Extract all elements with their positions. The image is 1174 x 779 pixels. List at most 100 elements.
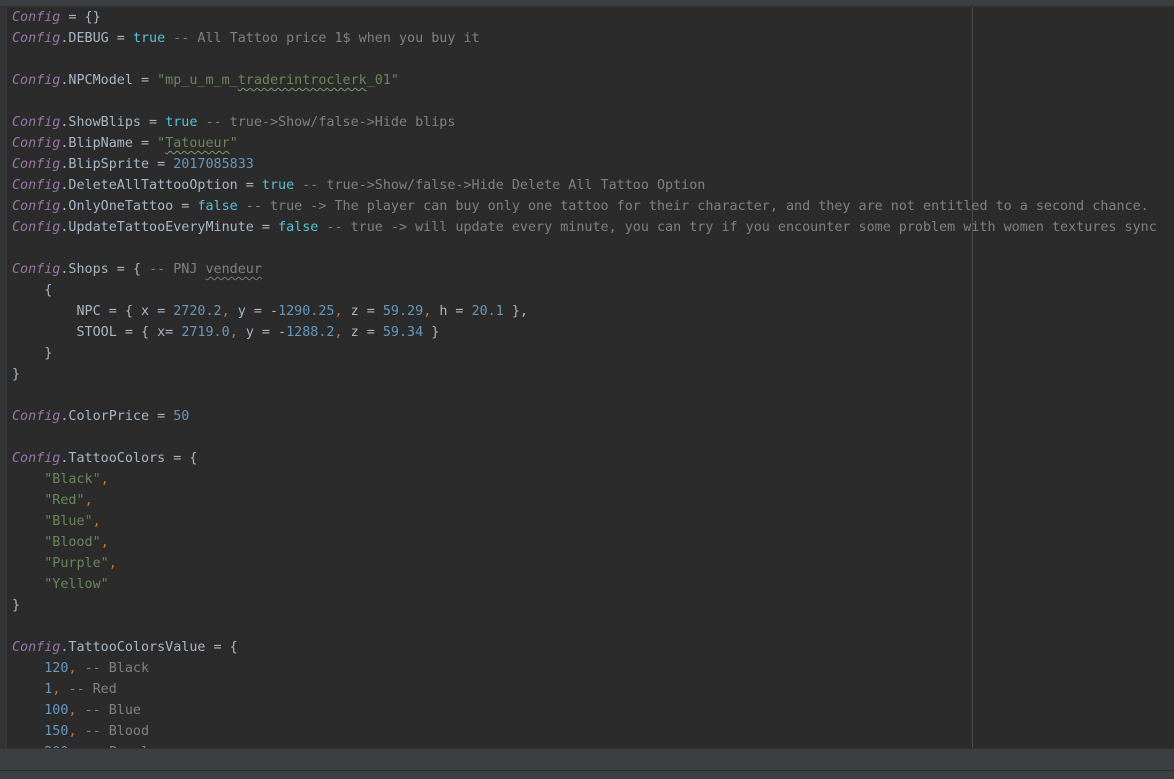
code-token: , <box>229 325 246 340</box>
code-token: false <box>197 199 238 214</box>
code-line[interactable]: Config.ColorPrice = 50 <box>12 406 1172 427</box>
code-token: , <box>52 682 69 697</box>
code-token: Config <box>12 409 61 424</box>
code-line[interactable]: "Red", <box>12 490 1172 511</box>
code-line[interactable]: Config.OnlyOneTattoo = false -- true -> … <box>12 196 1172 217</box>
code-line[interactable]: Config.BlipName = "Tatoueur" <box>12 133 1172 154</box>
code-line[interactable] <box>12 238 1172 259</box>
code-line[interactable]: "Blood", <box>12 532 1172 553</box>
code-token: } <box>12 598 21 613</box>
ide-window: Config = {} Config.DEBUG = true -- All Ta… <box>0 0 1174 779</box>
code-token: -- Blood <box>84 724 150 739</box>
horizontal-scrollbar[interactable] <box>0 748 1174 771</box>
code-line[interactable]: Config.NPCModel = "mp_u_m_m_traderintroc… <box>12 70 1172 91</box>
code-token: -- true->Show/false->Hide Delete All Tat… <box>294 178 706 193</box>
code-line[interactable] <box>12 385 1172 406</box>
code-token: } <box>12 367 21 382</box>
code-line[interactable]: 150, -- Blood <box>12 721 1172 742</box>
code-line[interactable]: "Black", <box>12 469 1172 490</box>
code-token: Config <box>12 157 61 172</box>
code-token: .ShowBlips = <box>60 115 166 130</box>
code-line[interactable] <box>12 49 1172 70</box>
code-token: 1288.2 <box>286 325 335 340</box>
code-line[interactable]: ⊟ } <box>12 343 1172 364</box>
code-line[interactable]: NPC = { x = 2720.2, y = -1290.25, z = 59… <box>12 301 1172 322</box>
code-token: NPC = { x = <box>12 304 174 319</box>
code-line[interactable] <box>12 427 1172 448</box>
code-line[interactable]: Config.DEBUG = true -- All Tattoo price … <box>12 28 1172 49</box>
code-token: true <box>132 31 166 46</box>
code-token: 100 <box>44 703 69 718</box>
code-token: true <box>165 115 198 130</box>
code-token: , <box>423 304 440 319</box>
code-line[interactable]: ⊟Config.TattooColors = { <box>12 448 1172 469</box>
code-line[interactable]: 100, -- Blue <box>12 700 1172 721</box>
code-line[interactable]: Config.DeleteAllTattooOption = true -- t… <box>12 175 1172 196</box>
code-token: Tatoueur <box>165 136 230 151</box>
code-token: 120 <box>44 661 69 676</box>
code-token: .NPCModel = <box>60 73 158 88</box>
code-token: Config <box>12 199 61 214</box>
code-token: " <box>229 136 238 151</box>
code-line[interactable]: "Purple", <box>12 553 1172 574</box>
code-token: , <box>334 325 351 340</box>
code-line[interactable]: ⊟Config.Shops = { -- PNJ vendeur <box>12 259 1172 280</box>
code-line[interactable]: Config.UpdateTattooEveryMinute = false -… <box>12 217 1172 238</box>
code-line[interactable]: STOOL = { x= 2719.0, y = -1288.2, z = 59… <box>12 322 1172 343</box>
code-line[interactable]: ⊟} <box>12 364 1172 385</box>
code-token: .BlipName = <box>60 136 158 151</box>
code-line[interactable] <box>12 91 1172 112</box>
code-token: 2017085833 <box>173 157 254 172</box>
code-token: .BlipSprite = <box>60 157 174 172</box>
code-token: 20.1 <box>471 304 504 319</box>
code-line[interactable]: "Blue", <box>12 511 1172 532</box>
code-token: .Shops = { <box>60 262 150 277</box>
code-token: z = <box>350 325 383 340</box>
code-line[interactable] <box>12 616 1172 637</box>
code-line[interactable]: Config = {} <box>12 7 1172 28</box>
code-line[interactable]: Config.BlipSprite = 2017085833 <box>12 154 1172 175</box>
code-token: Config <box>12 10 61 25</box>
code-token: -- All Tattoo price 1$ when you buy it <box>165 31 480 46</box>
code-token: }, <box>503 304 528 319</box>
editor-gutter[interactable] <box>0 7 7 748</box>
code-token: Config <box>12 220 61 235</box>
code-token: .ColorPrice = <box>60 409 174 424</box>
code-token: -- true -> The player can buy only one t… <box>237 199 1149 214</box>
code-token: y = - <box>245 325 287 340</box>
code-line[interactable]: ⊟ { <box>12 280 1172 301</box>
code-line[interactable]: ⊟} <box>12 595 1172 616</box>
code-token: Config <box>12 451 61 466</box>
code-line[interactable]: Config.ShowBlips = true -- true->Show/fa… <box>12 112 1172 133</box>
code-token: 2719.0 <box>181 325 230 340</box>
code-token: "Yellow" <box>44 577 109 592</box>
code-token: } <box>12 346 53 361</box>
code-token: Config <box>12 136 61 151</box>
code-token: } <box>423 325 440 340</box>
code-token: -- Red <box>68 682 117 697</box>
code-token: .OnlyOneTattoo = <box>60 199 198 214</box>
code-token: 2720.2 <box>173 304 222 319</box>
code-token: , <box>92 514 101 529</box>
code-token: true <box>261 178 295 193</box>
code-token: "Blood" <box>44 535 101 550</box>
code-line[interactable]: 1, -- Red <box>12 679 1172 700</box>
code-token: = {} <box>60 10 101 25</box>
code-line[interactable]: 120, -- Black <box>12 658 1172 679</box>
code-line[interactable]: ⊟Config.TattooColorsValue = { <box>12 637 1172 658</box>
code-editor[interactable]: Config = {} Config.DEBUG = true -- All Ta… <box>12 7 1172 748</box>
code-token: "Purple" <box>44 556 109 571</box>
code-token: Config <box>12 178 61 193</box>
code-token: Config <box>12 262 61 277</box>
code-line[interactable]: "Yellow" <box>12 574 1172 595</box>
code-token: , <box>334 304 351 319</box>
code-token: Config <box>12 115 61 130</box>
code-token: -- Blue <box>84 703 141 718</box>
